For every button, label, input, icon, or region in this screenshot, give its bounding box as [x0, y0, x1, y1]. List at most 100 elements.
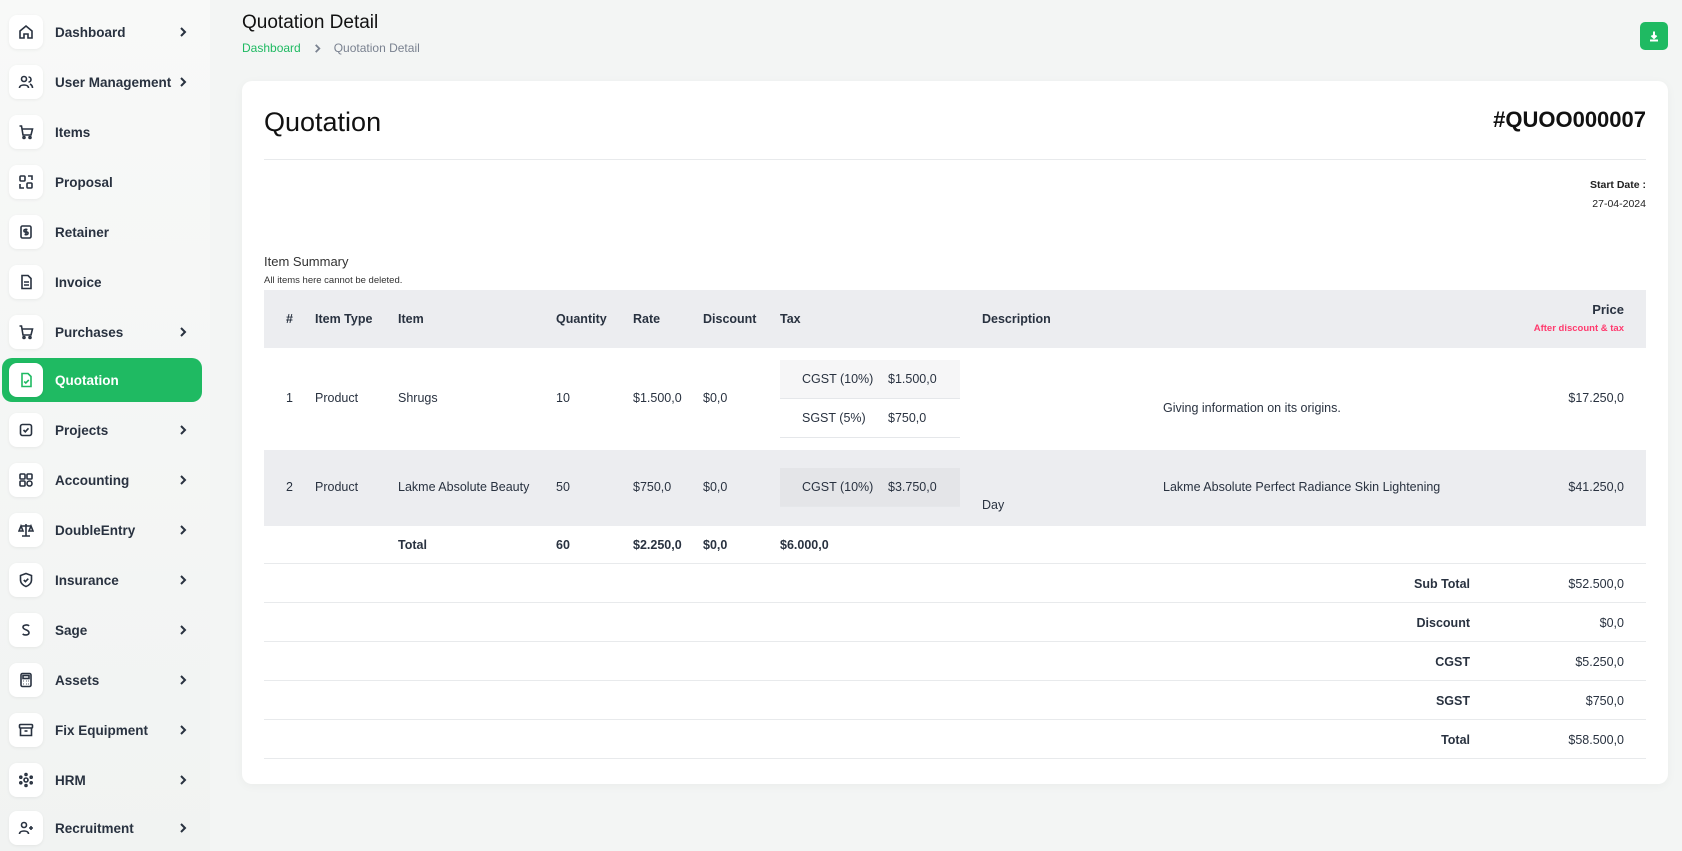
calculator-icon — [9, 663, 43, 697]
sidebar-item-purchases[interactable]: Purchases — [2, 310, 202, 354]
chevron-right-icon — [178, 77, 188, 87]
row-item: Lakme Absolute Beauty — [398, 480, 530, 494]
tax-value: $1.500,0 — [888, 372, 937, 386]
sidebar-item-fix-equipment[interactable]: Fix Equipment — [2, 708, 202, 752]
column-header-price-note: After discount & tax — [1533, 323, 1624, 334]
sidebar-item-dashboard[interactable]: Dashboard — [2, 10, 202, 54]
grid-icon — [9, 463, 43, 497]
sidebar-item-invoice[interactable]: Invoice — [2, 260, 202, 304]
sidebar-item-assets[interactable]: Assets — [2, 658, 202, 702]
file-icon — [9, 265, 43, 299]
chevron-right-icon — [178, 475, 188, 485]
quotation-number: #QUOO000007 — [1493, 107, 1646, 132]
total-rate: $2.250,0 — [633, 538, 682, 552]
row-discount: $0,0 — [703, 391, 728, 405]
summary-row-subtotal: Sub Total $52.500,0 — [264, 564, 1646, 603]
file-check-icon — [9, 363, 43, 397]
total-tax: $6.000,0 — [780, 538, 829, 552]
download-button[interactable] — [1640, 22, 1668, 50]
column-header-item-type: Item Type — [315, 312, 373, 326]
chevron-right-icon — [178, 625, 188, 635]
row-item: Shrugs — [398, 391, 438, 405]
tax-line: CGST (10%) $3.750,0 — [780, 468, 960, 507]
row-tax-breakdown: CGST (10%) $1.500,0 SGST (5%) $750,0 — [780, 360, 960, 438]
archive-icon — [9, 713, 43, 747]
breadcrumb: Dashboard Quotation Detail — [242, 41, 420, 55]
summary-row-cgst: CGST $5.250,0 — [264, 642, 1646, 681]
row-rate: $750,0 — [633, 480, 672, 494]
sidebar-item-proposal[interactable]: Proposal — [2, 160, 202, 204]
summary-row-sgst: SGST $750,0 — [264, 681, 1646, 720]
sidebar-item-sage[interactable]: Sage — [2, 608, 202, 652]
sidebar-item-recruitment[interactable]: Recruitment — [2, 806, 202, 850]
summary-row-total: Total $58.500,0 — [264, 720, 1646, 759]
sidebar-item-doubleentry[interactable]: DoubleEntry — [2, 508, 202, 552]
column-header-item: Item — [398, 312, 424, 326]
home-icon — [9, 15, 43, 49]
summary-value: $750,0 — [1585, 694, 1624, 708]
row-discount: $0,0 — [703, 480, 728, 494]
sidebar-item-label: Proposal — [55, 174, 113, 190]
row-num: 1 — [286, 391, 293, 405]
checkbox-icon — [9, 413, 43, 447]
summary-label: Discount — [1416, 616, 1470, 630]
sidebar-item-label: Sage — [55, 622, 88, 638]
chevron-right-icon — [178, 425, 188, 435]
row-quantity: 10 — [556, 391, 570, 405]
page-title: Quotation Detail — [242, 12, 379, 33]
sidebar-item-insurance[interactable]: Insurance — [2, 558, 202, 602]
start-date-label: Start Date : — [1589, 179, 1646, 191]
sidebar-item-label: Items — [55, 124, 91, 140]
summary-value: $0,0 — [1599, 616, 1624, 630]
tax-name: CGST (10%) — [802, 372, 874, 386]
tax-name: SGST (5%) — [802, 411, 866, 425]
sidebar-item-hrm[interactable]: HRM — [2, 758, 202, 802]
start-date-value: 27-04-2024 — [1592, 198, 1646, 210]
sidebar-item-label: Insurance — [55, 572, 119, 588]
breadcrumb-link-dashboard[interactable]: Dashboard — [242, 41, 301, 55]
divider — [264, 159, 1646, 160]
sidebar-item-label: Fix Equipment — [55, 722, 149, 738]
summary-label: SGST — [1435, 694, 1470, 708]
item-summary-title: Item Summary — [264, 254, 349, 269]
tax-name: CGST (10%) — [802, 480, 874, 494]
summary-label: CGST — [1435, 655, 1470, 669]
scale-icon — [9, 513, 43, 547]
sidebar-item-label: Retainer — [55, 224, 110, 240]
total-discount: $0,0 — [703, 538, 728, 552]
row-item-type: Product — [315, 480, 359, 494]
summary-value: $58.500,0 — [1568, 733, 1624, 747]
row-rate: $1.500,0 — [633, 391, 682, 405]
row-description: Lakme Absolute Perfect Radiance Skin Lig… — [1163, 480, 1441, 494]
chevron-right-icon — [178, 675, 188, 685]
tax-value: $750,0 — [888, 411, 927, 425]
sidebar-item-quotation[interactable]: Quotation — [2, 358, 202, 402]
breadcrumb-current: Quotation Detail — [333, 41, 420, 55]
chevron-right-icon — [314, 43, 321, 53]
sidebar-item-label: Invoice — [55, 274, 102, 290]
tax-line: CGST (10%) $1.500,0 — [780, 360, 960, 399]
sidebar-item-label: Accounting — [55, 472, 130, 488]
row-tax-breakdown: CGST (10%) $3.750,0 — [780, 468, 960, 507]
table-header: # Item Type Item Quantity Rate Discount … — [264, 290, 1646, 348]
table-total-row: Total 60 $2.250,0 $0,0 $6.000,0 — [264, 526, 1646, 564]
column-header-price: Price — [1592, 302, 1624, 317]
sidebar-item-label: HRM — [55, 772, 86, 788]
chevron-right-icon — [178, 775, 188, 785]
row-price: $17.250,0 — [1568, 391, 1624, 405]
sidebar: Dashboard User Management Items Proposal… — [0, 0, 210, 851]
column-header-discount: Discount — [703, 312, 757, 326]
sidebar-item-accounting[interactable]: Accounting — [2, 458, 202, 502]
sidebar-item-user-management[interactable]: User Management — [2, 60, 202, 104]
users-icon — [9, 65, 43, 99]
sidebar-item-retainer[interactable]: Retainer — [2, 210, 202, 254]
sidebar-item-label: Dashboard — [55, 24, 126, 40]
sidebar-item-label: DoubleEntry — [55, 522, 136, 538]
sidebar-item-label: Quotation — [55, 372, 119, 388]
sidebar-item-label: Assets — [55, 672, 100, 688]
sidebar-item-items[interactable]: Items — [2, 110, 202, 154]
summary-value: $52.500,0 — [1568, 577, 1624, 591]
chevron-right-icon — [178, 27, 188, 37]
sidebar-item-projects[interactable]: Projects — [2, 408, 202, 452]
column-header-rate: Rate — [633, 312, 661, 326]
